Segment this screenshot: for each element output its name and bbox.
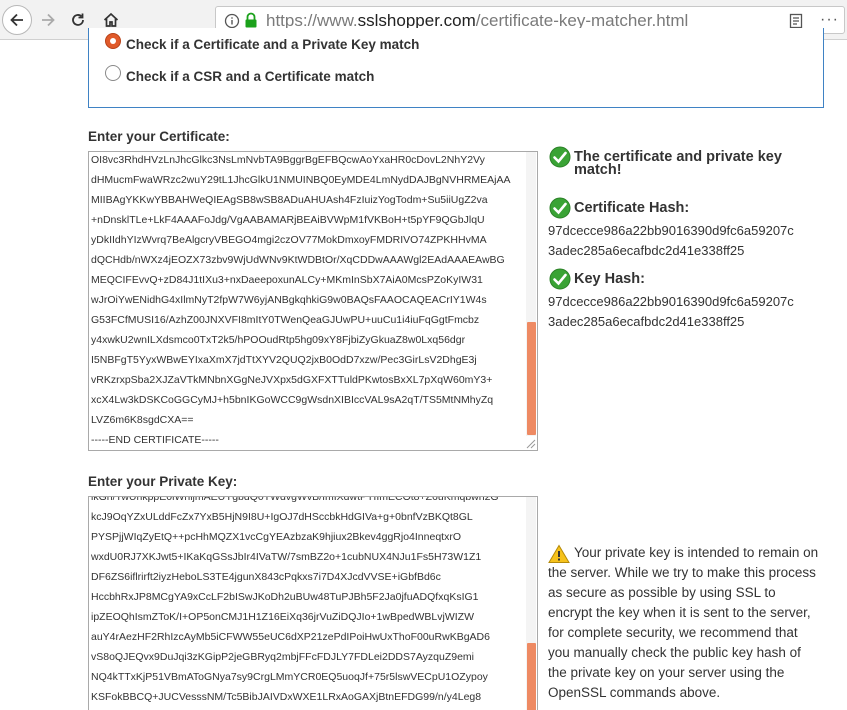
certificate-line: MEQCIFEvvQ+zD84J1tIXu3+nxDaeepoxunALCy+M…	[91, 274, 483, 286]
certificate-line: G53FCfMUSI16/AzhZ00JNXVFI8mItY0TWenQeaGJ…	[91, 314, 480, 326]
private_key-line: vS8oQJEQvx9DuJqi3zKGipP2jeGBRyq2mbjFFcFD…	[91, 651, 475, 663]
certificate-scroll-thumb[interactable]	[527, 322, 536, 435]
certificate-line: xcX4Lw3kDSKCoGGCyMJ+h5bnIKGoWCC9gWsdnXIB…	[91, 394, 494, 406]
reload-icon	[72, 13, 84, 26]
certificate-text: OI8vc3RhdHVzLnJhcGlkc3NsLmNvbTA9BggrBgEF…	[91, 152, 526, 450]
match-result: The certificate and private key match!	[574, 149, 782, 178]
private_key-line: ikGh/TwUnkppE0lWhljmAEUYgbdQ0TWdvgWvB/Im…	[91, 496, 499, 503]
private_key-line: PYSPjjWIqZyEtQ++pcHhMQZX1vcCgYEAzbzaK9hj…	[91, 531, 461, 543]
lock-icon	[245, 12, 257, 28]
private_key-line: ipZEOQhIsmZToK/I+OP5onCMJ1H1Z16EiXq36jrV…	[91, 611, 474, 623]
certificate-hash-label: Certificate Hash:	[574, 200, 690, 216]
private_key-line: NQ4kTTxKjP51VBmAToGNya7sy9CrgLMmYCR0EQ5u…	[91, 671, 488, 683]
certificate-line: dHMucmFwaWRzc2wuY29tL1JhcGlkU1NMUINBQ0Ey…	[91, 174, 511, 186]
home-icon	[103, 12, 119, 27]
forward-arrow-icon	[42, 13, 55, 27]
radio-cert-key[interactable]	[105, 33, 121, 49]
check-icon	[549, 197, 571, 219]
certificate-line: y4xwkU2wnILXdsmco0TxT2k5/hPOOudRtp5hg09x…	[91, 334, 466, 346]
certificate-line: I5NBFgT5YyxWBwEYIxaXmX7jdTtXYV2QUQ2jxB0O…	[91, 354, 477, 366]
resize-grip-icon[interactable]	[524, 437, 536, 449]
check-icon	[549, 146, 571, 168]
key-hash-line2: 3adec285a6ecafbdc2d41e338ff25	[548, 314, 745, 329]
certificate-line: vRKzrxpSba2XJZaVTkMNbnXGgNeJVXpx5dGXFXTT…	[91, 374, 493, 386]
certificate-line: -----END CERTIFICATE-----	[91, 434, 219, 446]
reader-view-icon[interactable]	[788, 13, 804, 29]
private_key-line: auY4rAezHF2RhIzcAyMb5iCFWW55eUC6dXP21zeP…	[91, 631, 490, 643]
key-hash-line1: 97dcecce986a22bb9016390d9fc6a59207c	[548, 294, 794, 309]
forward-button[interactable]	[34, 6, 62, 34]
more-actions-icon[interactable]: ···	[820, 11, 839, 29]
private-key-warning: Your private key is intended to remain o…	[548, 545, 819, 700]
private_key-line: HccbhRxJP8MCgYA9xCcLF2bISwJKoDh2uBUw48Tu…	[91, 591, 479, 603]
private_key-line: DF6ZS6iflrirft2iyzHeboLS3TE4jgunX843cPqk…	[91, 571, 441, 583]
comparison-options: Check if a Certificate and a Private Key…	[88, 28, 824, 108]
back-button[interactable]	[2, 5, 32, 35]
private-key-text: ikGh/TwUnkppE0lWhljmAEUYgbdQ0TWdvgWvB/Im…	[91, 496, 526, 707]
certificate-scrollbar[interactable]	[526, 152, 536, 436]
private-key-scroll-thumb[interactable]	[527, 643, 536, 710]
certificate-line: LVZ6m6K8sgdCXA==	[91, 414, 194, 426]
certificate-textarea[interactable]: OI8vc3RhdHVzLnJhcGlkc3NsLmNvbTA9BggrBgEF…	[88, 151, 538, 451]
certificate-line: dQCHdb/nWXz4jEOZX73zbv9WjUdWNv9KtWDBtOr/…	[91, 254, 505, 266]
private_key-line: wxdU0RJ7XKJwt5+IKaKqGSsJbIr4IVaTW/7smBZ2…	[91, 551, 482, 563]
private_key-line: KSFokBBCQ+JUCVesssNM/Tc5BibJAIVDxWXE1LRx…	[91, 691, 482, 703]
back-arrow-icon	[10, 13, 23, 27]
certificate-line: OI8vc3RhdHVzLnJhcGlkc3NsLmNvbTA9BggrBgEF…	[91, 154, 485, 166]
certificate-hash-line2: 3adec285a6ecafbdc2d41e338ff25	[548, 243, 745, 258]
info-icon[interactable]	[224, 13, 240, 29]
private_key-line: kcJ9OqYZxULddFcZx7YxB5HjN9I8U+IgOJ7dHScc…	[91, 511, 473, 523]
certificate-label: Enter your Certificate:	[88, 129, 230, 144]
private-key-textarea[interactable]: ikGh/TwUnkppE0lWhljmAEUYgbdQ0TWdvgWvB/Im…	[88, 496, 538, 710]
radio-csr-cert-label[interactable]: Check if a CSR and a Certificate match	[126, 69, 374, 84]
radio-csr-cert[interactable]	[105, 65, 121, 81]
radio-cert-key-label[interactable]: Check if a Certificate and a Private Key…	[126, 37, 419, 52]
certificate-line: MIIBAgYKKwYBBAHWeQIEAgSB8wSB8ADuAHUAsh4F…	[91, 194, 488, 206]
private-key-label: Enter your Private Key:	[88, 474, 238, 489]
key-hash-label: Key Hash:	[574, 271, 645, 287]
certificate-hash-line1: 97dcecce986a22bb9016390d9fc6a59207c	[548, 223, 794, 238]
certificate-line: wJrOiYwENidhG4xIlmNyT2fpW7W6yjANBgkqhkiG…	[91, 294, 487, 306]
certificate-line: +nDnsklTLe+LkF4AAAFoJdg/VgAABAMARjBEAiBV…	[91, 214, 485, 226]
certificate-line: yDkIIdhYIzWvrq7BeAlgcryVBEGO4mgi2czOV77M…	[91, 234, 487, 246]
check-icon	[549, 268, 571, 290]
private-key-scrollbar[interactable]	[526, 497, 536, 710]
